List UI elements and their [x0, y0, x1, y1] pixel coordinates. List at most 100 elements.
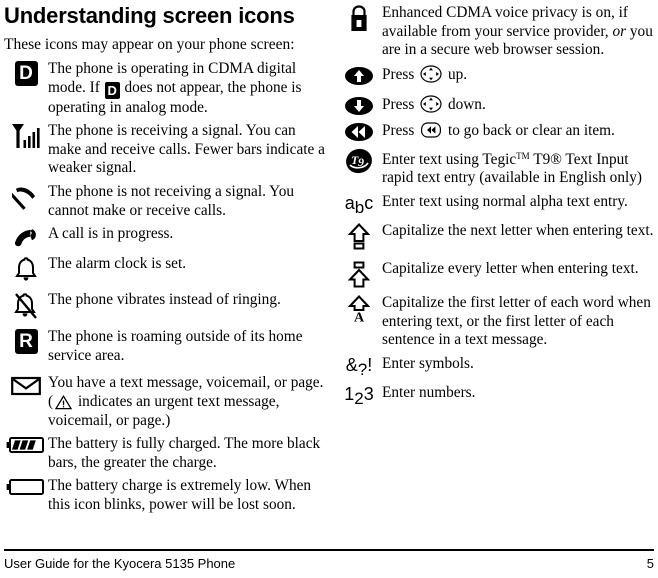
icon-description: Press to go back or clear an item.	[382, 121, 656, 141]
bell-glyph	[15, 257, 37, 281]
icon-description: Capitalize the next letter when entering…	[382, 221, 654, 239]
desc-emphasis: or	[612, 22, 627, 40]
shift-sentence-case-icon: A	[336, 294, 382, 323]
arrow-down-oval-icon	[336, 95, 382, 116]
icon-description: The battery charge is extremely low. Whe…	[48, 477, 312, 513]
registered-symbol: ®	[550, 150, 562, 168]
right-column: Enhanced CDMA voice privacy is on, if av…	[336, 0, 656, 408]
icon-row-cdma-digital: D The phone is operating in CDMA digital…	[4, 60, 326, 117]
icon-row-press-down: Press down.	[336, 95, 656, 116]
roaming-icon: R	[4, 328, 48, 355]
navigation-key-icon	[420, 65, 442, 83]
icon-description: The phone is operating in CDMA digital m…	[48, 60, 326, 117]
call-in-progress-icon	[4, 225, 48, 250]
icon-row-no-signal: The phone is not receiving a signal. You…	[4, 183, 326, 220]
icon-description: Press down.	[382, 95, 656, 115]
symbols-entry-icon: &?!	[336, 354, 382, 379]
vibrate-icon	[4, 291, 48, 319]
icon-row-symbols: &?! Enter symbols.	[336, 354, 656, 379]
desc-part-2: down.	[447, 95, 486, 113]
desc-part-1: Press	[382, 121, 415, 139]
bell-crossed-glyph	[14, 293, 37, 319]
padlock-glyph	[351, 5, 367, 31]
icon-row-press-up: Press up.	[336, 65, 656, 86]
desc-part-2: indicates an urgent text message, voicem…	[48, 392, 280, 429]
icon-description: The phone is roaming outside of its home…	[48, 328, 303, 364]
icon-description: The phone is receiving a signal. You can…	[48, 122, 325, 177]
svg-text:A: A	[354, 310, 365, 323]
trademark-symbol: TM	[516, 150, 530, 161]
numbers-entry-icon: 123	[336, 384, 382, 408]
roaming-letter: R	[14, 329, 38, 355]
t9-glyph: T 9	[346, 148, 372, 173]
icon-row-shift-next-letter: Capitalize the next letter when entering…	[336, 222, 656, 251]
signal-strength-icon	[4, 122, 48, 150]
desc-part-1: Enhanced CDMA voice privacy is on, if av…	[382, 4, 628, 40]
icon-description: The phone vibrates instead of ringing.	[48, 291, 281, 309]
t9-text-input-icon: T 9	[336, 147, 382, 174]
alpha-text-entry-label: abc	[344, 192, 374, 217]
icon-row-call-in-progress: A call is in progress.	[4, 225, 326, 250]
icon-row-voice-privacy: Enhanced CDMA voice privacy is on, if av…	[336, 4, 656, 60]
desc-part-1: Press	[382, 95, 415, 113]
navigation-key-icon	[420, 95, 442, 113]
padlock-icon	[336, 4, 382, 33]
desc-part-2: to go back or clear an item.	[447, 121, 615, 139]
page-title: Understanding screen icons	[4, 3, 295, 28]
battery-full-icon	[4, 435, 48, 454]
arrow-up-oval-glyph	[345, 66, 373, 85]
back-clear-key-icon	[421, 122, 442, 138]
icon-description: Enter text using normal alpha text entry…	[382, 192, 628, 210]
arrow-down-oval-glyph	[345, 96, 373, 115]
icon-row-roaming: R The phone is roaming outside of its ho…	[4, 328, 326, 365]
icon-description: Enter symbols.	[382, 354, 474, 372]
icon-description: Enter numbers.	[382, 383, 476, 401]
caps-lock-icon	[336, 260, 382, 289]
icon-row-sentence-case: A Capitalize the first letter of each wo…	[336, 294, 656, 350]
icon-row-vibrate: The phone vibrates instead of ringing.	[4, 291, 326, 319]
footer-title: User Guide for the Kyocera 5135 Phone	[4, 556, 236, 571]
icon-description: Enhanced CDMA voice privacy is on, if av…	[382, 4, 656, 60]
intro-text: These icons may appear on your phone scr…	[4, 36, 295, 53]
icon-row-battery-low: The battery charge is extremely low. Whe…	[4, 477, 326, 514]
desc-part-2: T9	[533, 150, 551, 168]
icon-row-press-back: Press to go back or clear an item.	[336, 121, 656, 142]
arrow-back-oval-icon	[336, 121, 382, 142]
shift-arrow-bar-below-glyph	[348, 223, 370, 250]
icon-description: Enter text using TegicTM T9® Text Input …	[382, 147, 656, 188]
inline-cdma-badge-icon: D	[104, 81, 120, 99]
arrow-up-oval-icon	[336, 65, 382, 86]
icon-description: Press up.	[382, 65, 656, 85]
icon-description: Capitalize the first letter of each word…	[382, 293, 651, 349]
icon-description: The alarm clock is set.	[48, 255, 187, 273]
symbols-entry-label: &?!	[345, 354, 373, 379]
icon-row-message: You have a text message, voicemail, or p…	[4, 374, 326, 430]
icon-row-battery-full: The battery is fully charged. The more b…	[4, 435, 326, 472]
left-column: Understanding screen icons These icons m…	[4, 0, 326, 517]
icon-description: Capitalize every letter when entering te…	[382, 259, 639, 277]
cdma-digital-mode-icon: D	[4, 60, 48, 86]
shift-next-letter-icon	[336, 222, 382, 251]
message-envelope-icon	[4, 374, 48, 397]
no-signal-glyph	[12, 187, 36, 210]
no-signal-icon	[4, 183, 48, 210]
icon-row-caps-lock: Capitalize every letter when entering te…	[336, 260, 656, 289]
icon-row-t9-text-input: T 9 Enter text using TegicTM T9® Text In…	[336, 147, 656, 188]
battery-empty-glyph	[6, 479, 44, 496]
icon-row-alarm: The alarm clock is set.	[4, 255, 326, 282]
footer: User Guide for the Kyocera 5135 Phone 5	[4, 556, 654, 572]
icon-description: A call is in progress.	[48, 225, 174, 243]
cdma-digital-mode-letter: D	[14, 61, 38, 86]
footer-page-number: 5	[646, 556, 654, 571]
icon-description: The battery is fully charged. The more b…	[48, 435, 321, 471]
envelope-glyph	[11, 377, 41, 396]
shift-arrow-over-a-glyph: A	[348, 295, 370, 323]
user-guide-page: Understanding screen icons These icons m…	[0, 0, 658, 578]
alarm-clock-icon	[4, 255, 48, 282]
icon-row-alpha-entry: abc Enter text using normal alpha text e…	[336, 192, 656, 217]
desc-part-1: Press	[382, 65, 415, 83]
shift-arrow-bar-above-glyph	[348, 261, 370, 288]
icon-description: The phone is not receiving a signal. You…	[48, 182, 294, 219]
desc-part-2: up.	[447, 65, 468, 83]
battery-full-glyph	[6, 437, 44, 454]
